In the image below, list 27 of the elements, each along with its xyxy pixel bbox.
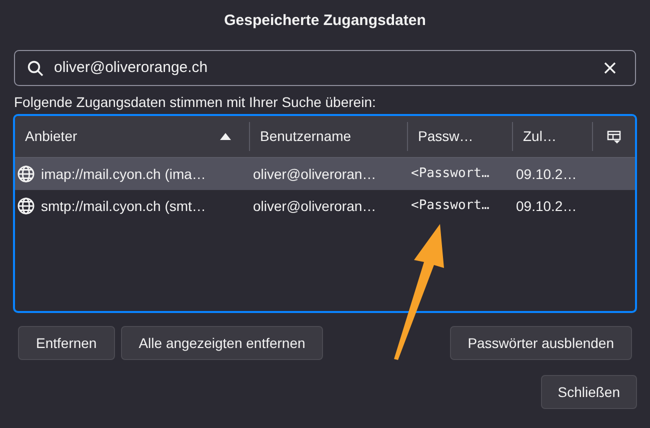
remove-button[interactable]: Entfernen xyxy=(18,326,115,360)
column-header[interactable]: Anbieter xyxy=(15,122,250,151)
table-cell-text: <Passwort… xyxy=(411,197,490,216)
globe-icon xyxy=(17,165,35,183)
table-cell-text: smtp://mail.cyon.ch (smt… xyxy=(41,196,206,216)
table-cell-text: 09.10.2… xyxy=(516,196,577,216)
column-header[interactable]: Zul… xyxy=(513,122,593,151)
sort-ascending-icon xyxy=(220,133,231,140)
table-cell-text: <Passwort… xyxy=(411,165,490,184)
login-row[interactable]: smtp://mail.cyon.ch (smt… oliver@oliveroran… <Passwort… 09.10.2… xyxy=(15,190,635,222)
search-field[interactable]: oliver@oliverorange.ch xyxy=(14,50,636,86)
hide-passwords-button[interactable]: Passwörter ausblenden xyxy=(450,326,632,360)
column-header[interactable]: Passw… xyxy=(408,122,513,151)
table-cell-text: imap://mail.cyon.ch (ima… xyxy=(41,164,206,184)
search-icon xyxy=(27,60,44,76)
table-cell-text: 09.10.2… xyxy=(516,164,577,184)
match-label: Folgende Zugangsdaten stimmen mit Ihrer Suche überein: xyxy=(13,93,377,112)
globe-icon xyxy=(17,197,35,215)
remove-button[interactable]: Alle angezeigten entfernen xyxy=(120,326,324,360)
column-header[interactable]: Benutzername xyxy=(250,122,408,151)
login-row[interactable]: imap://mail.cyon.ch (ima… oliver@oliveroran… <Passwort… 09.10.2… xyxy=(15,158,635,190)
table-cell-text: oliver@oliveroran… xyxy=(253,164,376,184)
close-icon[interactable] xyxy=(604,62,616,74)
close-button[interactable]: Schließen xyxy=(540,375,637,409)
window-title: Gespeicherte Zugangsdaten xyxy=(223,11,427,31)
table-cell-text: oliver@oliveroran… xyxy=(253,196,376,216)
column-picker-icon[interactable] xyxy=(607,130,621,144)
